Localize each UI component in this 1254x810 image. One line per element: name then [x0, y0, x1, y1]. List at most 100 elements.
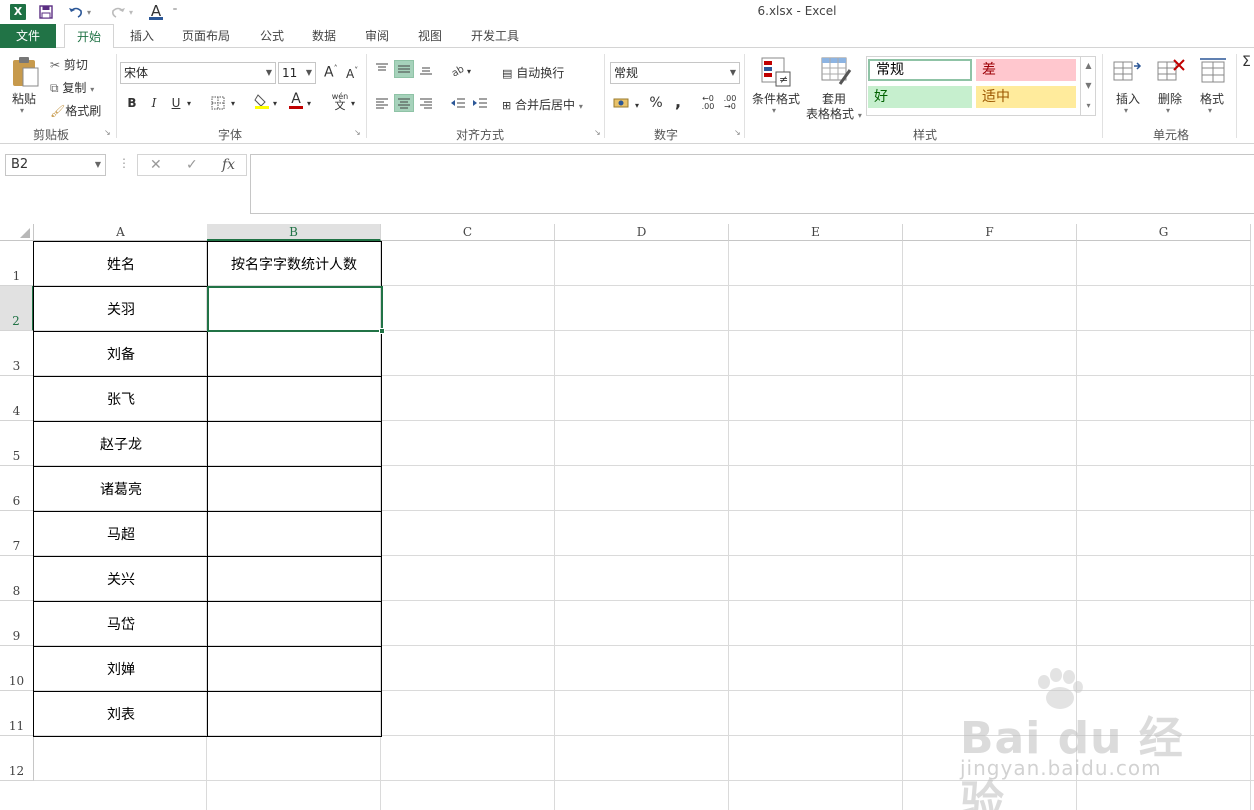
wrap-text-button[interactable]: ▤ 自动换行: [502, 64, 564, 81]
cell-name[interactable]: 关兴: [34, 556, 208, 601]
format-painter-button[interactable]: 🖌格式刷: [50, 102, 101, 119]
cell-name[interactable]: 刘备: [34, 331, 208, 376]
align-middle-icon[interactable]: [394, 60, 414, 78]
borders-icon[interactable]: [208, 94, 228, 112]
cell-name[interactable]: 诸葛亮: [34, 466, 208, 511]
style-bad[interactable]: 差: [976, 59, 1076, 81]
style-neutral[interactable]: 适中: [976, 86, 1076, 108]
copy-button[interactable]: ⧉ 复制 ▾: [50, 79, 94, 96]
align-left-icon[interactable]: [372, 94, 392, 112]
underline-dropdown-icon[interactable]: ▾: [184, 94, 194, 112]
formula-bar-resize-icon[interactable]: ⋮: [118, 156, 130, 170]
conditional-format-icon[interactable]: ≠: [760, 56, 792, 88]
paste-icon[interactable]: [10, 56, 40, 88]
cell-name[interactable]: 张飞: [34, 376, 208, 421]
cell-name[interactable]: 马超: [34, 511, 208, 556]
cell-count-empty[interactable]: [207, 466, 381, 511]
cell-name[interactable]: 刘表: [34, 691, 208, 736]
borders-dropdown-icon[interactable]: ▾: [228, 94, 238, 112]
clipboard-launcher-icon[interactable]: ↘: [104, 128, 111, 137]
tab-review[interactable]: 审阅: [357, 24, 397, 48]
row-header-3[interactable]: 3: [0, 331, 34, 376]
tab-insert[interactable]: 插入: [122, 24, 162, 48]
increase-indent-icon[interactable]: [470, 94, 490, 112]
cell-name[interactable]: 赵子龙: [34, 421, 208, 466]
align-right-icon[interactable]: [416, 94, 436, 112]
cell-a1-header[interactable]: 姓名: [34, 241, 208, 286]
paste-button[interactable]: 粘贴: [12, 90, 36, 107]
row-header-2[interactable]: 2: [0, 286, 34, 331]
row-header-4[interactable]: 4: [0, 376, 34, 421]
row-header-8[interactable]: 8: [0, 556, 34, 601]
format-cells-button[interactable]: 格式: [1200, 90, 1224, 107]
cell-name[interactable]: 关羽: [34, 286, 208, 331]
gallery-down-icon[interactable]: ▼: [1081, 76, 1096, 96]
decrease-indent-icon[interactable]: [448, 94, 468, 112]
phonetic-guide-icon[interactable]: wén 文: [330, 92, 350, 111]
merge-center-button[interactable]: ⊞ 合并后居中 ▾: [502, 96, 583, 113]
row-header-1[interactable]: 1: [0, 241, 34, 286]
cell-count-empty[interactable]: [207, 376, 381, 421]
fill-handle[interactable]: [379, 328, 385, 334]
delete-cells-button[interactable]: 删除: [1158, 90, 1182, 107]
style-good[interactable]: 好: [868, 86, 972, 108]
column-header-f[interactable]: F: [903, 224, 1077, 241]
percent-button[interactable]: %: [646, 94, 666, 112]
format-as-table-button[interactable]: 表格格式 ▾: [806, 105, 862, 122]
row-header-9[interactable]: 9: [0, 601, 34, 646]
confirm-entry-icon[interactable]: ✓: [186, 157, 198, 173]
column-header-d[interactable]: D: [555, 224, 729, 241]
row-header-6[interactable]: 6: [0, 466, 34, 511]
format-cells-icon[interactable]: [1198, 56, 1228, 86]
number-format-combo[interactable]: 常规 ▼: [610, 62, 740, 84]
row-header-7[interactable]: 7: [0, 511, 34, 556]
delete-dropdown-icon[interactable]: ▾: [1166, 106, 1170, 115]
column-header-e[interactable]: E: [729, 224, 903, 241]
font-color-dropdown-icon[interactable]: ▾: [304, 94, 314, 112]
conditional-format-dropdown-icon[interactable]: ▾: [772, 106, 776, 115]
cell-count-empty[interactable]: [207, 646, 381, 691]
row-header-5[interactable]: 5: [0, 421, 34, 466]
tab-page-layout[interactable]: 页面布局: [174, 24, 238, 48]
tab-file[interactable]: 文件: [0, 24, 56, 48]
font-name-combo[interactable]: 宋体 ▼: [120, 62, 276, 84]
column-header-a[interactable]: A: [34, 224, 208, 241]
cell-b1-header[interactable]: 按名字字数统计人数: [207, 241, 381, 286]
font-launcher-icon[interactable]: ↘: [354, 128, 361, 137]
insert-cells-button[interactable]: 插入: [1116, 90, 1140, 107]
cell-count-empty[interactable]: [207, 421, 381, 466]
insert-cells-icon[interactable]: [1112, 56, 1142, 86]
orientation-dropdown-icon[interactable]: ▾: [464, 62, 474, 80]
cancel-entry-icon[interactable]: ✕: [150, 157, 162, 173]
cell-name[interactable]: 马岱: [34, 601, 208, 646]
comma-style-button[interactable]: ,: [668, 92, 688, 111]
increase-decimal-icon[interactable]: ←0.00: [698, 94, 718, 112]
font-size-combo[interactable]: 11 ▼: [278, 62, 316, 84]
cell-count-empty[interactable]: [207, 601, 381, 646]
paste-dropdown-icon[interactable]: ▾: [20, 106, 24, 115]
gallery-up-icon[interactable]: ▲: [1081, 56, 1096, 76]
gallery-more-icon[interactable]: ▾: [1081, 96, 1096, 116]
underline-button[interactable]: U: [166, 94, 186, 112]
cell-count-empty[interactable]: [207, 331, 381, 376]
insert-function-icon[interactable]: fx: [222, 157, 235, 173]
grow-font-button[interactable]: A˄: [324, 64, 338, 81]
cell-count-empty[interactable]: [207, 691, 381, 736]
phonetic-dropdown-icon[interactable]: ▾: [348, 94, 358, 112]
autosum-icon[interactable]: Σ: [1242, 54, 1251, 70]
accounting-dropdown-icon[interactable]: ▾: [632, 96, 642, 114]
fill-color-icon[interactable]: [252, 92, 272, 110]
delete-cells-icon[interactable]: [1156, 56, 1186, 86]
alignment-launcher-icon[interactable]: ↘: [594, 128, 601, 137]
align-bottom-icon[interactable]: [416, 60, 436, 78]
cell-count-empty[interactable]: [207, 556, 381, 601]
tab-formulas[interactable]: 公式: [252, 24, 292, 48]
formula-input[interactable]: [250, 154, 1254, 214]
align-center-icon[interactable]: [394, 94, 414, 112]
tab-data[interactable]: 数据: [304, 24, 344, 48]
shrink-font-button[interactable]: A˅: [346, 66, 358, 81]
name-box[interactable]: B2 ▼: [5, 154, 106, 176]
insert-dropdown-icon[interactable]: ▾: [1124, 106, 1128, 115]
row-header-11[interactable]: 11: [0, 691, 34, 736]
fill-color-dropdown-icon[interactable]: ▾: [270, 94, 280, 112]
